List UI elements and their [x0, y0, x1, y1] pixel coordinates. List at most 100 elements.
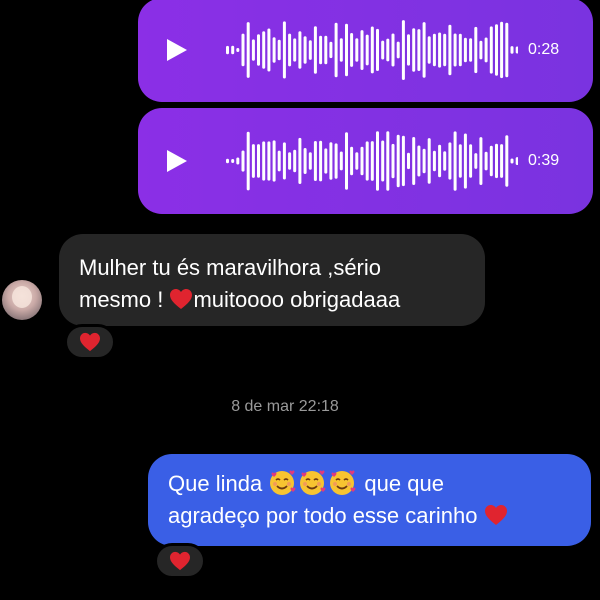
waveform-bar — [339, 38, 343, 62]
waveform-bar — [334, 22, 338, 78]
waveform-bar — [370, 26, 374, 74]
waveform-bar — [272, 37, 276, 63]
waveform-bar — [272, 140, 276, 182]
avatar[interactable] — [2, 280, 42, 320]
waveform-bar — [448, 24, 452, 76]
waveform-bar — [386, 131, 390, 191]
waveform-bar — [484, 37, 488, 63]
waveform-bar — [313, 26, 317, 74]
waveform-bar — [495, 24, 498, 76]
message-text: Que linda — [168, 471, 269, 496]
waveform-bar — [376, 28, 379, 71]
waveform-bar — [334, 143, 338, 179]
waveform-bar — [495, 143, 498, 179]
waveform-bar — [226, 45, 229, 55]
waveform-bar — [329, 142, 333, 180]
waveform-bar — [443, 33, 447, 67]
waveform-bar — [262, 141, 266, 181]
waveform-bar — [350, 146, 354, 176]
waveform-bar — [407, 34, 410, 66]
waveform-bar — [251, 39, 255, 61]
waveform-bar — [432, 150, 436, 172]
waveform-bar — [277, 150, 281, 172]
heart-icon — [169, 551, 191, 571]
heart-icon — [79, 332, 101, 352]
waveform-bar — [231, 45, 235, 55]
waveform-bar — [241, 150, 245, 172]
smiling-face-with-hearts-icon — [328, 469, 356, 497]
waveform-bar — [463, 133, 467, 189]
waveform-bar — [443, 151, 447, 171]
waveform-bar — [515, 157, 518, 165]
waveform-bar — [505, 22, 509, 78]
smiling-face-with-hearts-icon — [268, 469, 296, 497]
outgoing-message-bubble[interactable]: Que linda que que agradeço por todo esse… — [148, 454, 591, 546]
waveform-bar — [401, 20, 405, 81]
waveform-bar — [479, 40, 483, 60]
waveform-bar — [370, 141, 374, 181]
heart-icon — [484, 504, 508, 526]
waveform-bar — [417, 145, 421, 177]
waveform-bar — [329, 41, 333, 59]
waveform-bar — [381, 140, 385, 182]
incoming-message-bubble[interactable]: Mulher tu és maravilhora ,sério mesmo ! … — [59, 234, 485, 326]
waveform-bar — [236, 157, 240, 165]
waveform-bar — [458, 144, 462, 178]
waveform-bar — [339, 151, 343, 171]
waveform-bar — [510, 46, 514, 54]
waveform-bar — [500, 144, 504, 178]
waveform-bar — [246, 22, 250, 78]
waveform-bar — [350, 33, 354, 67]
message-text: mesmo ! — [79, 287, 170, 312]
waveform-1[interactable] — [218, 0, 518, 102]
waveform-bar — [355, 152, 359, 170]
waveform-bar — [236, 48, 240, 52]
waveform-bar — [365, 141, 369, 181]
waveform-bar — [515, 46, 518, 54]
waveform-bar — [313, 141, 317, 181]
voice-message-1[interactable]: 0:28 — [138, 0, 593, 102]
waveform-bar — [345, 23, 348, 77]
message-text: Mulher tu és maravilhora ,sério — [79, 255, 382, 280]
voice-duration: 0:39 — [528, 152, 560, 169]
waveform-bar — [324, 148, 328, 174]
waveform-bar — [303, 36, 307, 64]
reaction-badge[interactable] — [64, 324, 116, 360]
waveform-bar — [319, 140, 323, 182]
waveform-bar — [396, 41, 400, 59]
message-text: que que — [358, 471, 444, 496]
waveform-bar — [360, 146, 364, 176]
voice-message-2[interactable]: 0:39 — [138, 108, 593, 214]
waveform-bar — [463, 37, 467, 63]
waveform-bar — [401, 135, 405, 187]
heart-icon — [169, 288, 193, 310]
waveform-bar — [355, 38, 359, 62]
waveform-bar — [308, 152, 312, 170]
waveform-bar — [282, 21, 286, 79]
waveform-bar — [376, 131, 379, 191]
waveform-bar — [505, 135, 509, 187]
waveform-bar — [257, 144, 260, 178]
waveform-bar — [231, 159, 235, 163]
play-icon[interactable] — [167, 39, 187, 61]
waveform-bar — [282, 142, 286, 180]
reaction-badge[interactable] — [154, 543, 206, 579]
waveform-bar — [458, 33, 462, 67]
waveform-bar — [417, 29, 421, 72]
waveform-2[interactable] — [218, 108, 518, 214]
waveform-bar — [484, 151, 488, 171]
waveform-bar — [453, 131, 457, 191]
waveform-bar — [422, 148, 426, 174]
waveform-bar — [510, 158, 514, 164]
waveform-bar — [288, 33, 292, 67]
play-icon[interactable] — [167, 150, 187, 172]
voice-duration: 0:28 — [528, 41, 560, 58]
waveform-bar — [438, 32, 442, 68]
waveform-bar — [365, 34, 369, 66]
waveform-bar — [427, 36, 431, 64]
waveform-bar — [298, 31, 302, 69]
waveform-bar — [427, 138, 431, 184]
waveform-bar — [412, 137, 416, 185]
waveform-bar — [412, 28, 416, 72]
waveform-bar — [448, 142, 452, 180]
